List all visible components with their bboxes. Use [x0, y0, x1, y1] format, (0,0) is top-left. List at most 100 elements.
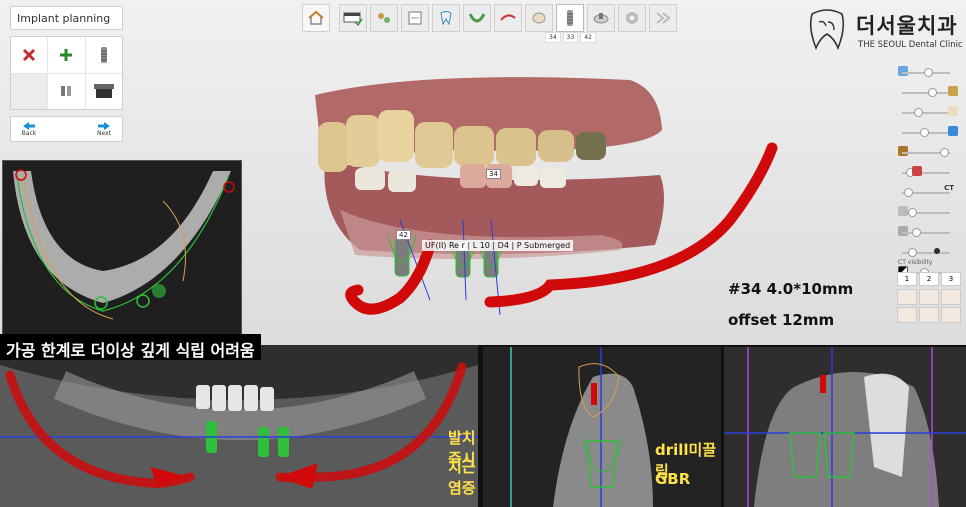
- finish-step[interactable]: [649, 4, 677, 32]
- gum-icon: [898, 146, 908, 156]
- ct-tag: CT: [944, 184, 954, 192]
- implant-tooth-list: 34 33 42: [545, 32, 596, 43]
- ct-section-views: 발치즉시 치근염증 drill미끌림 GBR: [0, 345, 966, 507]
- abutment-icon: [61, 86, 72, 97]
- tools-icon: [378, 13, 390, 23]
- clinic-name-english: THE SEOUL Dental Clinic: [858, 40, 963, 50]
- visibility-slider-9[interactable]: [894, 222, 964, 242]
- tooth-tab-33[interactable]: 33: [562, 32, 579, 43]
- gear-icon: [626, 12, 638, 24]
- planning-navigation: Back Next: [10, 116, 123, 142]
- axial-ct-image: [13, 169, 235, 320]
- cross-section-image-2: [724, 347, 966, 507]
- tooth-tab-34[interactable]: 34: [545, 32, 561, 43]
- panoramic-ct-view[interactable]: 발치즉시 치근염증: [0, 345, 478, 507]
- plus-icon: [60, 48, 73, 61]
- arrow-right-icon: [98, 121, 110, 130]
- nerve-icon: [500, 14, 516, 21]
- layout-option[interactable]: [897, 307, 917, 323]
- sleeve-icon: [948, 126, 958, 136]
- visibility-slider-6[interactable]: [894, 162, 964, 182]
- scan-import-step[interactable]: [401, 4, 429, 32]
- implant-label-42[interactable]: 42: [396, 230, 411, 240]
- add-implant-button[interactable]: [48, 37, 85, 73]
- empty-tool-slot: [11, 73, 48, 109]
- nerve-step[interactable]: [494, 4, 522, 32]
- implant-planning-label: Implant planning: [17, 12, 111, 25]
- delete-implant-button[interactable]: [11, 37, 48, 73]
- implant-step[interactable]: [556, 4, 584, 32]
- ct-slider[interactable]: CT: [894, 182, 964, 202]
- arrow-left-icon: [23, 121, 35, 130]
- view-tab-1[interactable]: 1: [897, 272, 917, 286]
- model-icon: [948, 86, 958, 96]
- guide-icon: [593, 13, 609, 24]
- implant-spec-offset: offset 12mm: [728, 311, 835, 329]
- layout-option[interactable]: [897, 289, 917, 305]
- implant-tool-grid: [10, 36, 123, 110]
- layout-option[interactable]: [941, 289, 961, 305]
- sun-icon: [932, 246, 942, 256]
- visibility-slider-1[interactable]: [894, 62, 964, 82]
- layout-option[interactable]: [919, 289, 939, 305]
- tooth-logo-icon: [809, 9, 845, 51]
- layout-option[interactable]: [941, 307, 961, 323]
- next-button[interactable]: Next: [86, 117, 122, 141]
- forward-icon: [656, 12, 671, 24]
- bone-icon: [898, 206, 908, 216]
- abutment-button[interactable]: [48, 73, 85, 109]
- patient-info-step[interactable]: [339, 4, 367, 32]
- tools-step[interactable]: [370, 4, 398, 32]
- visibility-slider-8[interactable]: [894, 202, 964, 222]
- arch-icon: [468, 13, 486, 23]
- visibility-slider-5[interactable]: [894, 142, 964, 162]
- implant-icon: [100, 46, 107, 63]
- depth-limit-warning: 가공 한계로 더이상 깊게 식립 어려움: [0, 334, 261, 360]
- sleeve-icon: [93, 84, 114, 99]
- tooth-setup-step[interactable]: [432, 4, 460, 32]
- visibility-slider-3[interactable]: [894, 102, 964, 122]
- crown-icon: [948, 106, 958, 116]
- view-tab-2[interactable]: 2: [919, 272, 939, 286]
- layout-option[interactable]: [919, 307, 939, 323]
- guide-step[interactable]: [587, 4, 615, 32]
- id-card-check-icon: [343, 12, 363, 26]
- home-button[interactable]: [302, 4, 330, 32]
- cross-section-view-2[interactable]: [724, 347, 966, 507]
- implant-info-label: UF(II) Re r | L 10 | D4 | P Submerged: [422, 240, 574, 251]
- scan-icon: [408, 11, 422, 25]
- visibility-slider-panel: CT: [894, 62, 964, 277]
- implant-icon: [567, 10, 573, 26]
- view-tab-3[interactable]: 3: [941, 272, 961, 286]
- implant-library-button[interactable]: [85, 37, 122, 73]
- pano-crowns: [196, 385, 274, 411]
- view-layout-tabs: 1 2 3: [897, 272, 963, 328]
- tooth-icon: [440, 11, 452, 26]
- annotation-gbr: GBR: [655, 470, 691, 488]
- implant-planning-title: Implant planning: [10, 6, 123, 30]
- arch-step[interactable]: [463, 4, 491, 32]
- crown-step[interactable]: [525, 4, 553, 32]
- implant-spec-size: #34 4.0*10mm: [728, 280, 854, 298]
- crown-icon: [532, 12, 546, 24]
- back-label: Back: [21, 129, 37, 137]
- back-button[interactable]: Back: [11, 117, 47, 141]
- next-label: Next: [97, 129, 111, 137]
- pin-icon: [898, 66, 908, 76]
- home-icon: [308, 10, 324, 25]
- workflow-toolbar: [302, 4, 677, 32]
- axial-ct-view[interactable]: [2, 160, 242, 343]
- tooth-tab-42[interactable]: 42: [580, 32, 596, 43]
- visibility-slider-4[interactable]: [894, 122, 964, 142]
- panoramic-ct-image: [0, 362, 478, 507]
- close-icon: [23, 48, 36, 61]
- nerve-icon: [912, 166, 922, 176]
- cross-section-view-1[interactable]: drill미끌림 GBR: [483, 347, 721, 507]
- sleeve-button[interactable]: [85, 73, 122, 109]
- tooth-icon: [898, 226, 908, 236]
- export-step[interactable]: [618, 4, 646, 32]
- implant-label-34[interactable]: 34: [486, 169, 501, 179]
- visibility-slider-2[interactable]: [894, 82, 964, 102]
- ct-visibility-label[interactable]: CT visibility: [898, 259, 933, 266]
- clinic-name-korean: 더서울치과: [856, 14, 958, 38]
